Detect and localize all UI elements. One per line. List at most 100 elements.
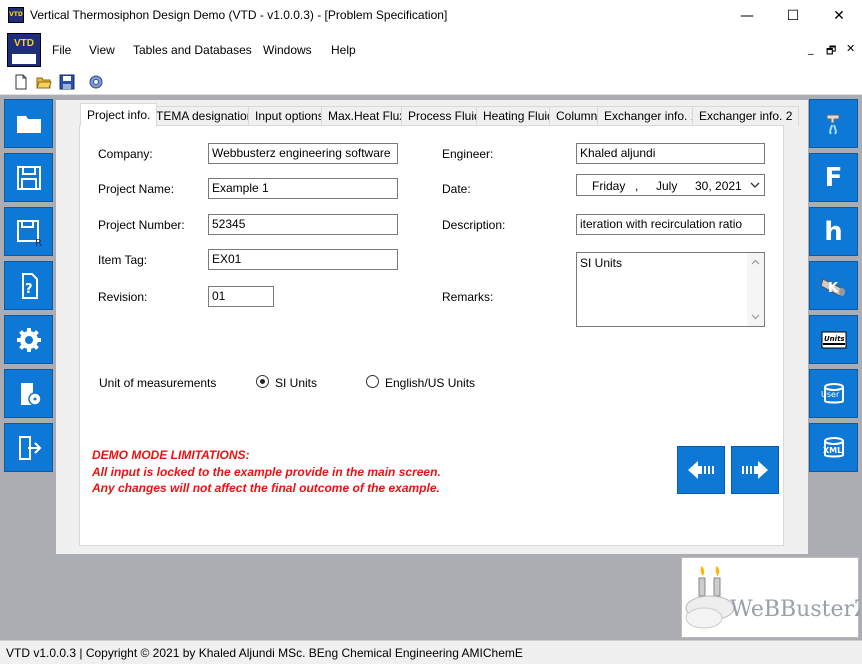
settings-icon [16,327,41,352]
english-units-label[interactable]: English/US Units [385,376,475,390]
database-xml-icon: XML [823,436,844,457]
settings-button[interactable] [4,315,53,364]
about-icon [20,382,42,406]
tab-heating-fluid[interactable]: Heating Fluid [476,106,561,126]
about-button[interactable] [4,369,53,418]
database-user-icon: User [821,382,844,403]
date-weekday: Friday [592,179,626,193]
webbusterz-logo: WeBBusterZ [681,557,862,638]
next-button[interactable] [731,446,779,494]
remarks-scrollbar[interactable] [747,253,764,326]
user-database-button[interactable]: User [809,369,858,418]
pipe-k-icon: K [819,277,845,297]
english-units-radio[interactable] [366,375,379,388]
save-as-icon: R [16,219,42,247]
svg-text:?: ? [25,282,33,297]
description-input[interactable]: iteration with recirculation ratio [576,214,765,235]
status-bar: VTD v1.0.0.3 | Copyright © 2021 by Khale… [0,640,862,664]
date-separator: , [635,179,639,193]
save-as-button[interactable]: R [4,207,53,256]
menu-bar [0,31,862,69]
unit-of-measurements-label: Unit of measurements [99,376,217,390]
h-coefficient-button[interactable]: h [809,207,858,256]
menu-help[interactable]: Help [331,43,356,57]
revision-label: Revision: [98,290,148,304]
tab-max-heat-flux[interactable]: Max.Heat Flux [321,106,413,126]
menu-windows[interactable]: Windows [263,43,312,57]
remarks-label: Remarks: [442,290,494,304]
company-label: Company: [98,147,153,161]
chevron-down-icon[interactable] [750,181,760,189]
help-icon: ? [21,272,38,299]
new-file-icon[interactable] [13,74,29,90]
xml-database-button[interactable]: XML [809,423,858,472]
window-title: Vertical Thermosiphon Design Demo (VTD -… [30,8,448,22]
app-icon[interactable]: VTD [8,7,24,23]
svg-text:User: User [821,390,840,399]
revision-input[interactable]: 01 [208,286,274,307]
svg-text:K: K [828,281,839,296]
menu-file[interactable]: File [52,43,71,57]
project-number-input[interactable]: 52345 [208,214,398,235]
tab-process-fluid[interactable]: Process Fluid [401,106,488,126]
mdi-restore-button[interactable]: 🗗 [826,42,836,61]
save-project-button[interactable] [4,153,53,202]
save-icon [16,165,41,190]
menu-view[interactable]: View [89,43,115,57]
title-bar: VTD Vertical Thermosiphon Design Demo (V… [0,0,862,31]
tab-exchanger-info-1[interactable]: Exchanger info. 1 [597,106,705,126]
boiling-curve-button[interactable] [809,99,858,148]
chevron-down-icon[interactable] [751,314,760,320]
f-letter-icon: F [824,162,843,193]
arrow-right-icon [742,461,768,479]
units-button[interactable]: Units [809,315,858,364]
project-number-label: Project Number: [98,218,185,232]
network-settings-icon[interactable] [88,74,104,90]
company-input[interactable]: Webbusterz engineering software [208,143,398,164]
h-letter-icon: h [824,216,843,247]
svg-text:Units: Units [824,335,845,343]
svg-text:WeBBusterZ: WeBBusterZ [730,597,860,622]
webbusterz-logo-icon: WeBBusterZ [685,566,862,629]
open-project-button[interactable] [4,99,53,148]
si-units-radio[interactable] [256,375,269,388]
help-button[interactable]: ? [4,261,53,310]
description-label: Description: [442,218,506,232]
faucet-icon [826,114,839,135]
close-button[interactable]: ✕ [816,0,862,31]
demo-line-2: Any changes will not affect the final ou… [92,481,440,495]
toolbar [0,69,862,95]
svg-text:R: R [35,238,42,247]
maximize-button[interactable]: ☐ [770,0,816,31]
tab-tema-designation[interactable]: TEMA designation [149,106,261,126]
tab-input-options[interactable]: Input options [248,106,331,126]
demo-title: DEMO MODE LIMITATIONS: [92,448,250,462]
mdi-close-button[interactable]: ✕ [846,42,855,55]
f-factor-button[interactable]: F [809,153,858,202]
exit-button[interactable] [4,423,53,472]
project-name-input[interactable]: Example 1 [208,178,398,199]
k-conductivity-button[interactable]: K [809,261,858,310]
vtd-logo-icon: VTD [7,33,41,67]
date-day-year: 30, 2021 [695,179,742,193]
item-tag-input[interactable]: EX01 [208,249,398,270]
save-icon[interactable] [59,74,75,90]
open-folder-icon[interactable] [36,74,52,90]
item-tag-label: Item Tag: [98,253,148,267]
previous-button[interactable] [677,446,725,494]
tab-exchanger-info-2[interactable]: Exchanger info. 2 [692,106,800,126]
menu-tables-databases[interactable]: Tables and Databases [133,43,252,57]
arrow-left-icon [688,461,714,479]
chevron-up-icon[interactable] [751,259,760,265]
date-picker[interactable]: Friday , July 30, 2021 [576,174,765,196]
remarks-textarea[interactable]: SI Units [576,252,765,327]
project-name-label: Project Name: [98,182,175,196]
units-icon: Units [821,331,846,348]
minimize-button[interactable]: — [724,0,770,31]
demo-line-1: All input is locked to the example provi… [92,465,441,479]
si-units-label[interactable]: SI Units [275,376,317,390]
exit-icon [18,435,41,460]
engineer-input[interactable]: Khaled aljundi [576,143,765,164]
tab-project-info[interactable]: Project info. [80,103,158,126]
mdi-minimize-button[interactable]: _ [808,42,814,55]
